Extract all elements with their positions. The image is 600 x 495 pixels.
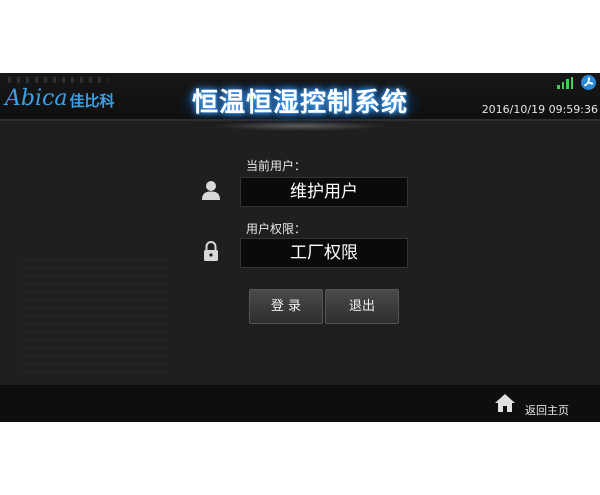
exit-button[interactable]: 退出 [325,289,399,324]
top-bar: Abica 佳比科 恒温恒湿控制系统 2016/10/19 09:59:36 [0,73,600,123]
login-button[interactable]: 登 录 [249,289,323,324]
background-texture [20,253,170,373]
user-icon [200,179,222,205]
logo-latin: Abica [5,86,68,111]
signal-icon [557,77,573,89]
current-user-field[interactable]: 维护用户 [240,177,408,207]
page-title: 恒温恒湿控制系统 [191,88,408,118]
logo-decoration [8,77,108,83]
logo-chinese: 佳比科 [69,92,115,110]
permission-field[interactable]: 工厂权限 [240,238,408,268]
lock-icon [202,240,220,266]
bottom-bar [0,385,600,422]
logo: Abica 佳比科 [5,85,114,111]
title-glow [215,121,385,131]
hmi-screen: Abica 佳比科 恒温恒湿控制系统 2016/10/19 09:59:36 当… [0,73,600,422]
datetime-display: 2016/10/19 09:59:36 [481,103,598,116]
permission-label: 用户权限： [246,222,307,236]
current-user-label: 当前用户： [246,159,307,173]
home-icon[interactable] [494,393,516,417]
home-label[interactable]: 返回主页 [525,402,569,418]
fan-icon[interactable] [581,75,596,90]
